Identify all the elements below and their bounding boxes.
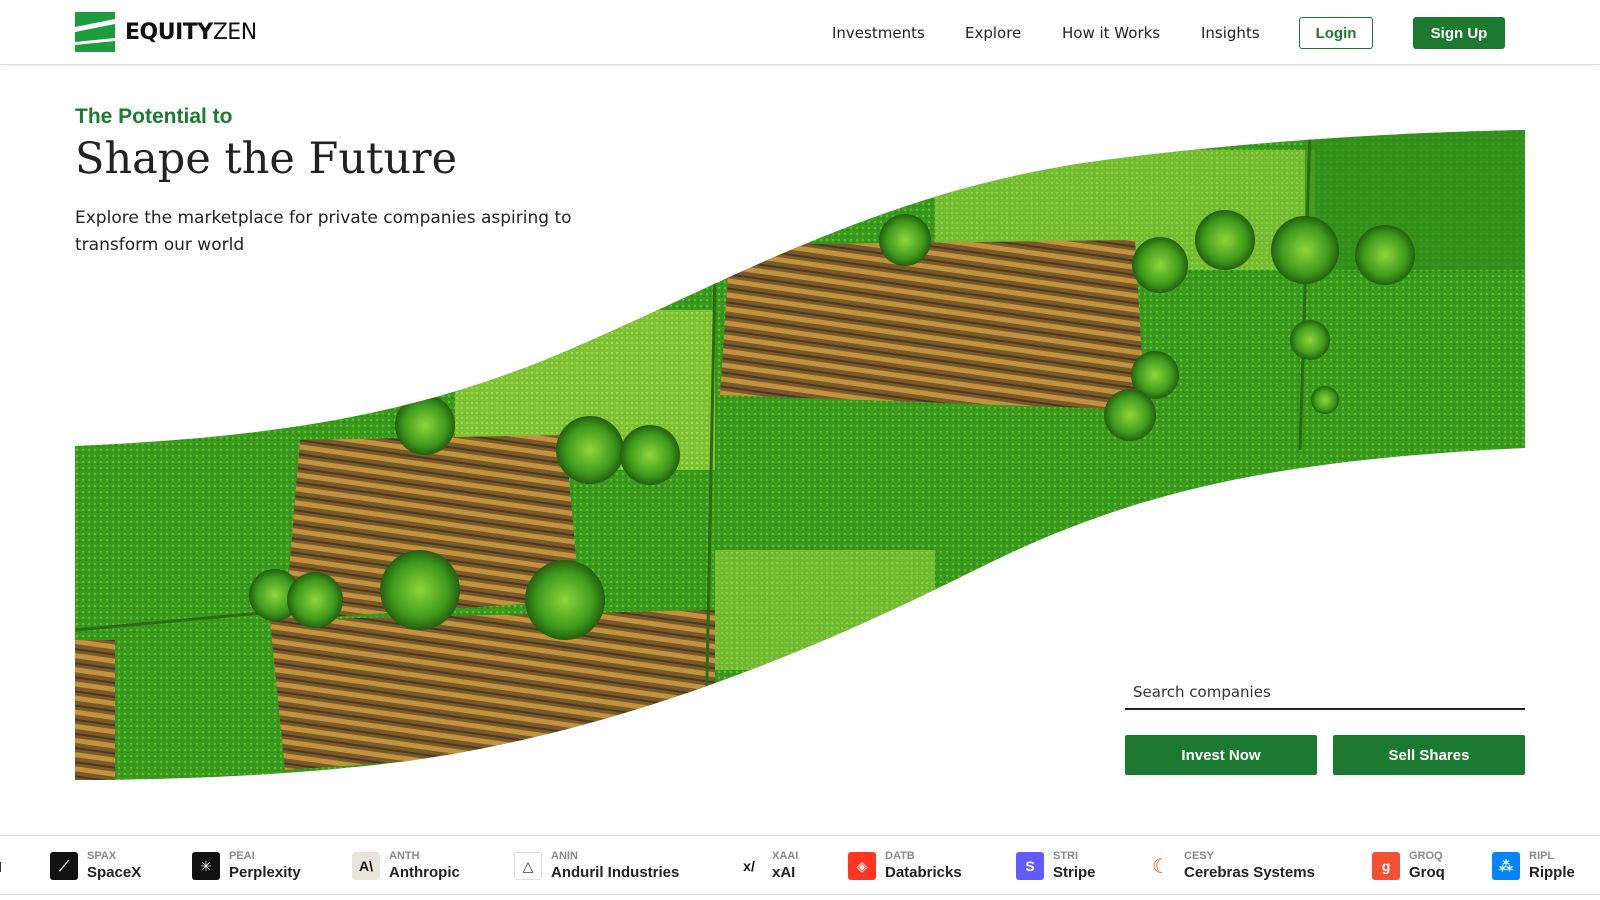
ticker-name: Groq xyxy=(1409,864,1445,881)
spacex-icon: ⟋ xyxy=(50,852,78,880)
ticker-symbol: RIPL xyxy=(1529,850,1555,862)
ticker-name: Anthropic xyxy=(389,864,460,881)
ticker-name: xAI xyxy=(772,864,796,881)
ticker-name: Databricks xyxy=(885,864,962,881)
ticker-name: Stripe xyxy=(1053,864,1096,881)
sell-shares-button[interactable]: Sell Shares xyxy=(1333,735,1525,775)
cerebras-icon: ☾ xyxy=(1147,852,1175,880)
anduril-icon: △ xyxy=(514,852,542,880)
nav-investments[interactable]: Investments xyxy=(832,24,925,42)
ticker-symbol: CESY xyxy=(1184,850,1214,862)
ticker-name: Anduril Industries xyxy=(551,864,680,881)
ticker-item-xai[interactable]: x/ XAAI xAI xyxy=(735,844,798,888)
xai-icon: x/ xyxy=(735,852,763,880)
ticker-name: Cerebras Systems xyxy=(1184,864,1315,881)
ticker-symbol: ANIN xyxy=(551,850,578,862)
company-search-input[interactable] xyxy=(1125,676,1525,710)
ticker-name: Ripple xyxy=(1529,864,1575,881)
ticker-item-databricks[interactable]: ◈ DATB Databricks xyxy=(848,844,962,888)
site-header: EQUITYZEN Investments Explore How it Wor… xyxy=(0,0,1600,65)
hero-eyebrow: The Potential to xyxy=(75,105,233,128)
ticker-name: SpaceX xyxy=(87,864,142,881)
groq-icon: g xyxy=(1372,852,1400,880)
nav-explore[interactable]: Explore xyxy=(965,24,1021,42)
nav-insights[interactable]: Insights xyxy=(1201,24,1260,42)
ticker-symbol: ANTH xyxy=(389,850,420,862)
ticker-item-cerebras[interactable]: ☾ CESY Cerebras Systems xyxy=(1147,844,1315,888)
ticker-symbol: GROQ xyxy=(1409,850,1443,862)
databricks-icon: ◈ xyxy=(848,852,876,880)
ticker-item-anthropic[interactable]: A\ ANTH Anthropic xyxy=(352,844,460,888)
ticker-symbol: SPAX xyxy=(87,850,117,862)
ripple-icon: ⁂ xyxy=(1492,852,1520,880)
ticker-item-perplexity[interactable]: ✳ PEAI Perplexity xyxy=(192,844,301,888)
logo-wordmark: EQUITYZEN xyxy=(125,19,257,45)
stripe-icon: S xyxy=(1016,852,1044,880)
ticker-symbol: STRI xyxy=(1053,850,1079,862)
ticker-item-stripe[interactable]: S STRI Stripe xyxy=(1016,844,1096,888)
ticker-name: Perplexity xyxy=(229,864,301,881)
login-button[interactable]: Login xyxy=(1299,17,1373,49)
company-ticker: ⟋ SPAX SpaceX ✳ PEAI Perplexity A\ ANTH Ant… xyxy=(0,835,1600,895)
equityzen-logo[interactable]: EQUITYZEN xyxy=(75,12,257,52)
ticker-symbol: DATB xyxy=(885,850,915,862)
ticker-symbol: XAAI xyxy=(772,850,799,862)
ticker-symbol: PEAI xyxy=(229,850,255,862)
ticker-item-groq[interactable]: g GROQ Groq xyxy=(1372,844,1445,888)
perplexity-icon: ✳ xyxy=(192,852,220,880)
ticker-item-anduril[interactable]: △ ANIN Anduril Industries xyxy=(514,844,679,888)
equityzen-logo-icon xyxy=(75,12,115,52)
anthropic-icon: A\ xyxy=(352,852,380,880)
signup-button[interactable]: Sign Up xyxy=(1413,17,1505,49)
nav-how-it-works[interactable]: How it Works xyxy=(1062,24,1160,42)
ticker-partial-item xyxy=(0,862,1,872)
ticker-item-spacex[interactable]: ⟋ SPAX SpaceX xyxy=(50,844,141,888)
ticker-item-ripple[interactable]: ⁂ RIPL Ripple xyxy=(1492,844,1575,888)
invest-now-button[interactable]: Invest Now xyxy=(1125,735,1317,775)
